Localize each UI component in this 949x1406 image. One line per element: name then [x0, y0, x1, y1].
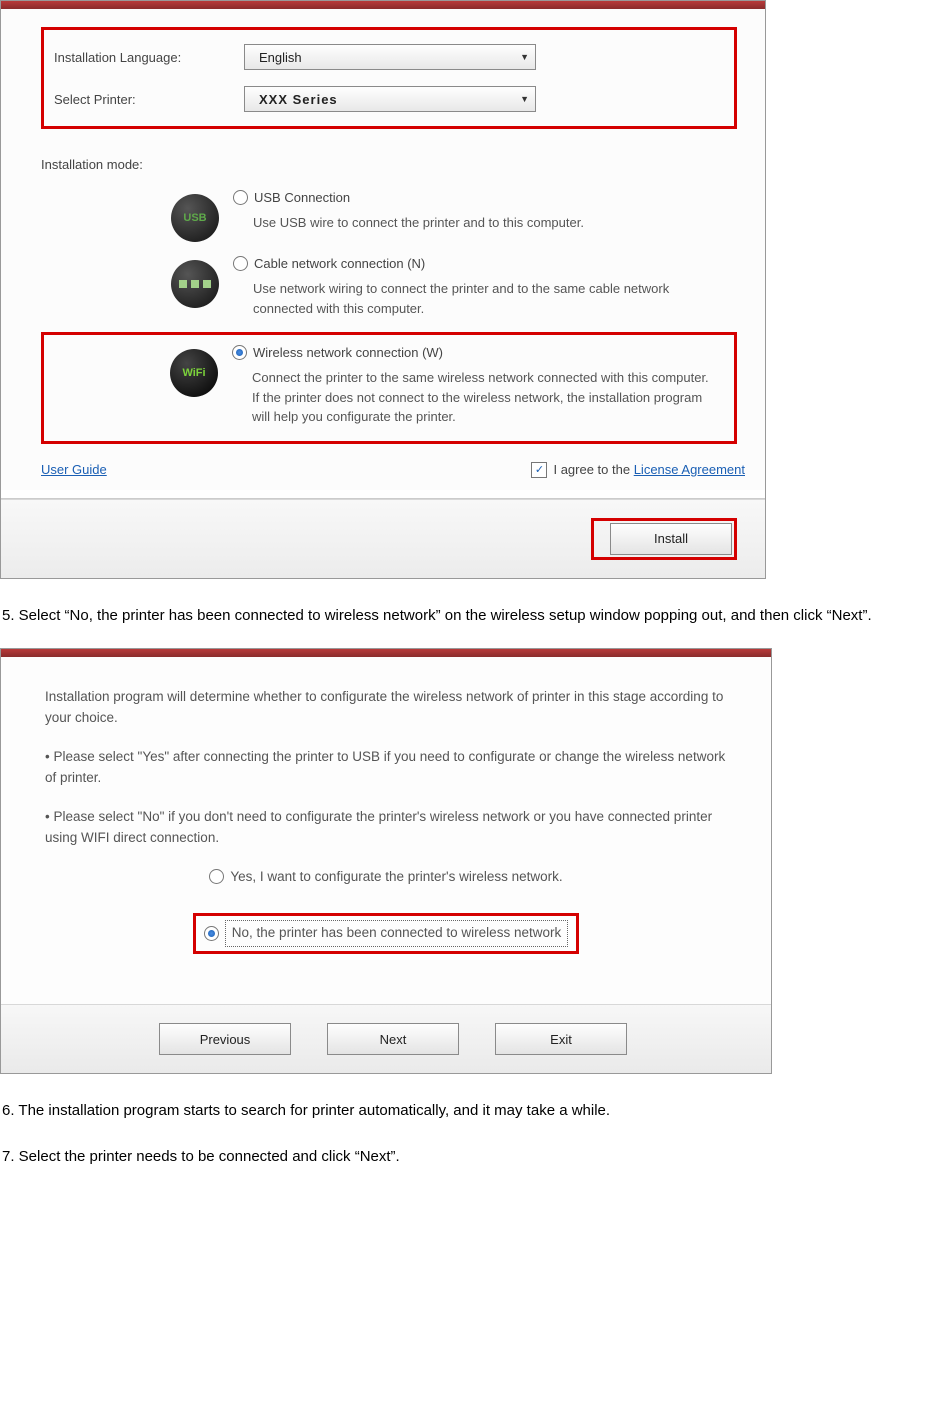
radio-cable[interactable] [233, 256, 248, 271]
mode-wifi-desc: Connect the printer to the same wireless… [252, 368, 710, 427]
highlight-option-no: No, the printer has been connected to wi… [193, 913, 579, 954]
agree-text: I agree to the License Agreement [553, 462, 745, 477]
printer-value: XXX Series [259, 92, 338, 107]
language-value: English [259, 50, 302, 65]
mode-usb[interactable]: USB USB Connection Use USB wire to conne… [41, 190, 737, 242]
radio-wifi[interactable] [232, 345, 247, 360]
wizard-intro: Installation program will determine whet… [45, 687, 727, 729]
mode-usb-desc: Use USB wire to connect the printer and … [253, 213, 717, 233]
chevron-down-icon: ▼ [520, 94, 529, 104]
option-no-label[interactable]: No, the printer has been connected to wi… [225, 920, 568, 947]
usb-icon: USB [171, 194, 219, 242]
mode-cable-desc: Use network wiring to connect the printe… [253, 279, 717, 318]
next-button[interactable]: Next [327, 1023, 459, 1055]
titlebar [1, 1, 765, 9]
network-icon [171, 260, 219, 308]
agree-checkbox[interactable]: ✓ [531, 462, 547, 478]
wizard-bullet-yes: • Please select "Yes" after connecting t… [45, 747, 727, 789]
printer-label: Select Printer: [54, 92, 244, 107]
license-link[interactable]: License Agreement [634, 462, 745, 477]
radio-usb[interactable] [233, 190, 248, 205]
option-yes-label: Yes, I want to configurate the printer's… [230, 867, 562, 888]
installer-window: Installation Language: English ▼ Select … [0, 0, 766, 579]
step-6-text: 6. The installation program starts to se… [0, 1098, 949, 1124]
wireless-setup-window: Installation program will determine whet… [0, 648, 772, 1074]
highlight-install-button: Install [591, 518, 737, 560]
language-dropdown[interactable]: English ▼ [244, 44, 536, 70]
highlight-language-printer: Installation Language: English ▼ Select … [41, 27, 737, 129]
install-button[interactable]: Install [610, 523, 732, 555]
mode-usb-title: USB Connection [254, 190, 350, 205]
printer-dropdown[interactable]: XXX Series ▼ [244, 86, 536, 112]
wizard-bullet-no: • Please select "No" if you don't need t… [45, 807, 727, 849]
language-label: Installation Language: [54, 50, 244, 65]
radio-yes[interactable] [209, 869, 224, 884]
mode-cable-title: Cable network connection (N) [254, 256, 425, 271]
step-5-text: 5. Select “No, the printer has been conn… [0, 603, 949, 629]
mode-label: Installation mode: [41, 157, 231, 172]
wifi-icon: WiFi [170, 349, 218, 397]
mode-wifi-title: Wireless network connection (W) [253, 345, 443, 360]
previous-button[interactable]: Previous [159, 1023, 291, 1055]
step-7-text: 7. Select the printer needs to be connec… [0, 1144, 949, 1170]
chevron-down-icon: ▼ [520, 52, 529, 62]
titlebar [1, 649, 771, 657]
exit-button[interactable]: Exit [495, 1023, 627, 1055]
mode-wifi[interactable]: WiFi Wireless network connection (W) Con… [48, 345, 730, 427]
radio-no[interactable] [204, 926, 219, 941]
mode-cable[interactable]: Cable network connection (N) Use network… [41, 256, 737, 318]
option-yes-row[interactable]: Yes, I want to configurate the printer's… [45, 867, 727, 888]
highlight-wifi-mode: WiFi Wireless network connection (W) Con… [41, 332, 737, 444]
user-guide-link[interactable]: User Guide [41, 462, 107, 477]
